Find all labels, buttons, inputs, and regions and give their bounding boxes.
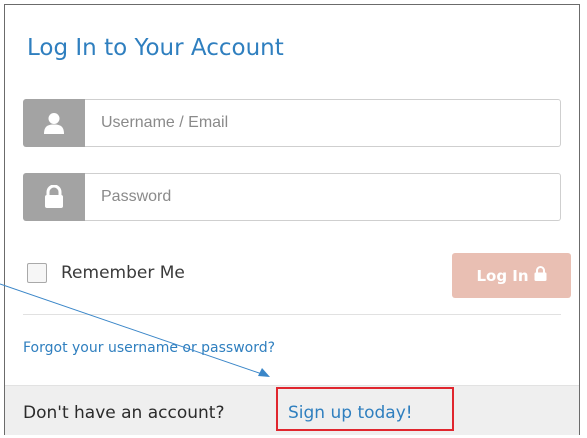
login-label: Log In bbox=[476, 266, 529, 285]
remember-checkbox[interactable] bbox=[27, 263, 47, 283]
lock-icon bbox=[534, 266, 547, 285]
forgot-credentials-link[interactable]: Forgot your username or password? bbox=[23, 340, 275, 356]
divider bbox=[23, 314, 561, 315]
username-field bbox=[23, 99, 561, 147]
user-icon bbox=[23, 99, 85, 147]
signup-highlight-box bbox=[276, 387, 454, 431]
password-field bbox=[23, 173, 561, 221]
signup-prompt: Don't have an account? bbox=[23, 403, 225, 423]
password-input[interactable] bbox=[85, 173, 561, 221]
page-title: Log In to Your Account bbox=[27, 35, 284, 61]
login-panel: Log In to Your Account Remember Me Log I… bbox=[4, 4, 580, 435]
remember-me: Remember Me bbox=[27, 263, 185, 283]
login-button[interactable]: Log In bbox=[452, 253, 571, 298]
lock-icon bbox=[23, 173, 85, 221]
remember-label[interactable]: Remember Me bbox=[61, 263, 185, 283]
username-input[interactable] bbox=[85, 99, 561, 147]
